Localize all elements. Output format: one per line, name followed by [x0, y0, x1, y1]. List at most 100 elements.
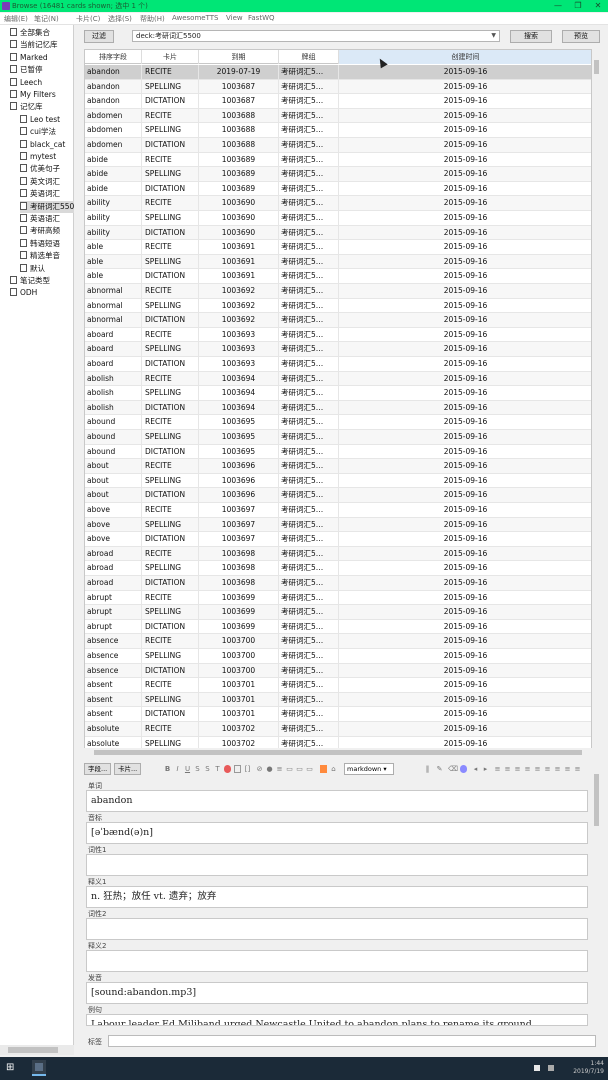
table-row[interactable]: aboard DICTATION 1003693 考研词汇5… 2015-09-16 [85, 357, 591, 372]
sidebar-item[interactable]: 当前记忆库 [10, 39, 74, 51]
table-row[interactable]: abound SPELLING 1003695 考研词汇5… 2015-09-16 [85, 430, 591, 445]
table-row[interactable]: above SPELLING 1003697 考研词汇5… 2015-09-16 [85, 517, 591, 533]
field-input[interactable]: n. 狂热；放任 vt. 遗弃；放弃 [86, 886, 588, 908]
table-row[interactable]: abide DICTATION 1003689 考研词汇5… 2015-09-16 [85, 181, 591, 197]
table-row[interactable]: absence DICTATION 1003700 考研词汇5… 2015-09-16 [85, 663, 591, 679]
chevron-down-icon[interactable]: ▼ [491, 31, 496, 41]
field-input[interactable] [86, 854, 588, 876]
table-row[interactable]: abdomen DICTATION 1003688 考研词汇5… 2015-09-16 [85, 138, 591, 153]
hr-icon[interactable]: ▭ [296, 765, 303, 773]
table-row[interactable]: abolish DICTATION 1003694 考研词汇5… 2015-09-16 [85, 400, 591, 416]
table-row[interactable]: able RECITE 1003691 考研词汇5… 2015-09-16 [85, 240, 591, 255]
align-right-icon[interactable]: ≡ [514, 765, 521, 773]
menu-select[interactable]: 选择(S) [108, 14, 132, 24]
table-row[interactable]: abroad RECITE 1003698 考研词汇5… 2015-09-16 [85, 546, 591, 562]
table-row[interactable]: aboard SPELLING 1003693 考研词汇5… 2015-09-16 [85, 342, 591, 357]
table-row[interactable]: above DICTATION 1003697 考研词汇5… 2015-09-16 [85, 532, 591, 547]
sidebar-item[interactable]: 全部集合 [10, 27, 74, 39]
table-row[interactable]: abound DICTATION 1003695 考研词汇5… 2015-09-16 [85, 444, 591, 460]
search-input[interactable]: deck:考研词汇5500 ▼ [132, 30, 500, 42]
table-row[interactable]: abound RECITE 1003695 考研词汇5… 2015-09-16 [85, 415, 591, 430]
underline-icon[interactable]: U [184, 765, 191, 773]
menu-fastwq[interactable]: FastWQ [248, 14, 275, 22]
justify-icon[interactable]: ≡ [544, 765, 551, 773]
code-icon[interactable]: ▭ [306, 765, 313, 773]
palette-icon[interactable] [320, 765, 327, 773]
sidebar-item[interactable]: 优美句子 [20, 163, 74, 175]
table-row[interactable]: abrupt DICTATION 1003699 考研词汇5… 2015-09-16 [85, 619, 591, 635]
table-row[interactable]: abnormal RECITE 1003692 考研词汇5… 2015-09-16 [85, 284, 591, 299]
dot-icon[interactable] [460, 765, 467, 773]
field-input[interactable]: [əˈbænd(ə)n] [86, 822, 588, 844]
table-row[interactable]: absent RECITE 1003701 考研词汇5… 2015-09-16 [85, 678, 591, 693]
sidebar-scrollbar[interactable] [0, 1045, 74, 1055]
nav-icon-2[interactable]: ▸ [482, 765, 489, 773]
table-row[interactable]: abrupt RECITE 1003699 考研词汇5… 2015-09-16 [85, 590, 591, 606]
italic-icon[interactable]: I [174, 765, 181, 773]
sidebar-item[interactable]: 韩语短语 [20, 238, 74, 250]
indent-icon[interactable]: ≡ [524, 765, 531, 773]
sidebar-item[interactable]: ›记忆库 [10, 101, 74, 113]
table-row[interactable]: abrupt SPELLING 1003699 考研词汇5… 2015-09-16 [85, 605, 591, 620]
sidebar-item[interactable]: Marked [10, 52, 74, 64]
menu-awesometts[interactable]: AwesomeTTS [172, 14, 218, 22]
table-row[interactable]: abandon DICTATION 1003687 考研词汇5… 2015-09-16 [85, 94, 591, 109]
editor-scroll-thumb[interactable] [594, 774, 599, 826]
sidebar-item[interactable]: ›笔记类型 [10, 275, 74, 287]
table-row[interactable]: abide SPELLING 1003689 考研词汇5… 2015-09-16 [85, 167, 591, 182]
sidebar-item[interactable]: My Filters [10, 89, 74, 101]
taskbar-clock[interactable]: 1:44 2019/7/19 [573, 1060, 604, 1076]
columns-icon[interactable]: ‖ [424, 765, 431, 773]
fields-button[interactable]: 字段... [84, 763, 112, 775]
table-row[interactable]: able DICTATION 1003691 考研词汇5… 2015-09-16 [85, 269, 591, 284]
table-row[interactable]: abolish RECITE 1003694 考研词汇5… 2015-09-16 [85, 371, 591, 387]
column-due[interactable]: 到期 [199, 50, 279, 64]
table-horizontal-scrollbar[interactable] [84, 748, 592, 757]
sidebar-item[interactable]: 英文词汇 [20, 176, 74, 188]
editor-scrollbar[interactable] [592, 772, 601, 1030]
table-row[interactable]: about SPELLING 1003696 考研词汇5… 2015-09-16 [85, 473, 591, 489]
taskbar-anki-icon[interactable] [32, 1060, 46, 1076]
subscript-icon[interactable]: S [204, 765, 211, 773]
sidebar-item[interactable]: ›考研词汇5500 [20, 200, 74, 213]
table-scroll-thumb[interactable] [594, 60, 599, 74]
table-row[interactable]: about DICTATION 1003696 考研词汇5… 2015-09-16 [85, 488, 591, 503]
sidebar-item[interactable]: 默认 [20, 263, 74, 275]
list-icon[interactable]: ≡ [276, 765, 283, 773]
table-hscroll-thumb[interactable] [94, 750, 582, 755]
sidebar-item[interactable]: Leech [10, 77, 74, 89]
table-row[interactable]: ability DICTATION 1003690 考研词汇5… 2015-09-16 [85, 225, 591, 241]
table-row[interactable]: absence SPELLING 1003700 考研词汇5… 2015-09-16 [85, 649, 591, 664]
tags-input[interactable] [108, 1035, 596, 1047]
eraser-icon[interactable]: ⌫ [448, 765, 458, 773]
align-left-icon[interactable]: ≡ [494, 765, 501, 773]
table-row[interactable]: abnormal SPELLING 1003692 考研词汇5… 2015-09-16 [85, 298, 591, 314]
table-row[interactable]: abandon RECITE 2019-07-19 考研词汇5… 2015-09-16 [85, 65, 591, 80]
link-icon[interactable]: ⌂ [330, 765, 337, 773]
sidebar-item[interactable]: ODH [10, 287, 74, 299]
more-icon[interactable]: ≡ [574, 765, 581, 773]
sidebar-item[interactable]: ›Leo test [20, 114, 74, 126]
sidebar-scroll-thumb[interactable] [8, 1047, 58, 1053]
table-row[interactable]: abandon SPELLING 1003687 考研词汇5… 2015-09-16 [85, 79, 591, 95]
table-row[interactable]: ability SPELLING 1003690 考研词汇5… 2015-09-16 [85, 211, 591, 226]
tray-icon-2[interactable] [544, 1060, 558, 1076]
column-deck[interactable]: 牌组 [279, 50, 339, 64]
table-row[interactable]: ability RECITE 1003690 考研词汇5… 2015-09-16 [85, 196, 591, 211]
preview-button[interactable]: 预览 [562, 30, 600, 43]
sidebar-item[interactable]: black_cat [20, 139, 74, 151]
table-row[interactable]: absent SPELLING 1003701 考研词汇5… 2015-09-16 [85, 692, 591, 708]
table-row[interactable]: above RECITE 1003697 考研词汇5… 2015-09-16 [85, 503, 591, 518]
table-row[interactable]: about RECITE 1003696 考研词汇5… 2015-09-16 [85, 459, 591, 474]
pen-icon[interactable]: ✎ [436, 765, 443, 773]
attach-icon[interactable]: ⊘ [256, 765, 263, 773]
menu-help[interactable]: 帮助(H) [140, 14, 165, 24]
table-row[interactable]: abroad DICTATION 1003698 考研词汇5… 2015-09-16 [85, 576, 591, 591]
nav-icon[interactable]: ◂ [472, 765, 479, 773]
highlight-icon[interactable] [234, 765, 241, 773]
menu-cards[interactable]: 卡片(C) [76, 14, 100, 24]
table-row[interactable]: abdomen RECITE 1003688 考研词汇5… 2015-09-16 [85, 108, 591, 124]
table-row[interactable]: abroad SPELLING 1003698 考研词汇5… 2015-09-16 [85, 561, 591, 576]
column-card[interactable]: 卡片 [142, 50, 199, 64]
table-row[interactable]: absolute RECITE 1003702 考研词汇5… 2015-09-16 [85, 722, 591, 737]
